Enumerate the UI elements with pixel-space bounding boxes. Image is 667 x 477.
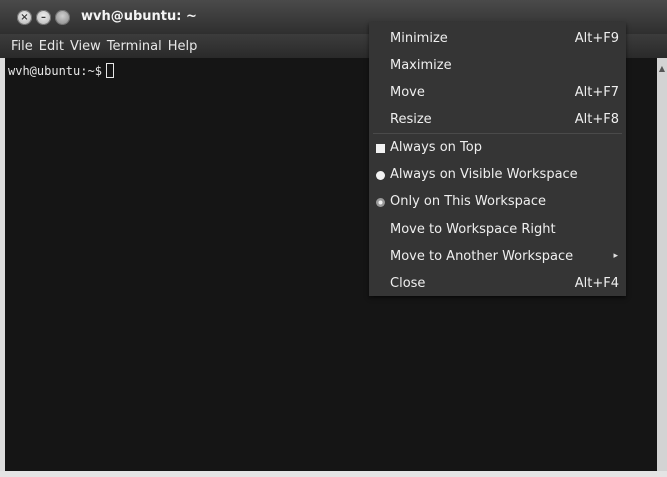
- prompt-text: wvh@ubuntu:~$: [8, 64, 102, 78]
- submenu-arrow-icon: ▸: [613, 251, 618, 261]
- menu-terminal[interactable]: Terminal: [107, 39, 162, 54]
- window-title: wvh@ubuntu: ~: [81, 9, 197, 24]
- shortcut-label: Alt+F8: [574, 112, 619, 127]
- checkbox-icon: [376, 144, 385, 153]
- menu-item-label: Always on Visible Workspace: [390, 167, 578, 182]
- menu-separator: [373, 133, 622, 134]
- close-window-button[interactable]: ×: [17, 10, 32, 25]
- shortcut-label: Alt+F4: [574, 276, 619, 291]
- menu-item-label: Resize: [390, 112, 432, 127]
- window-bottom-border: [0, 471, 667, 477]
- scroll-up-arrow-icon[interactable]: ▲: [657, 64, 667, 76]
- shell-prompt: wvh@ubuntu:~$: [8, 63, 114, 78]
- minimize-window-button[interactable]: –: [36, 10, 51, 25]
- menu-item-close[interactable]: Close Alt+F4: [369, 271, 626, 298]
- menu-item-minimize[interactable]: Minimize Alt+F9: [369, 26, 626, 53]
- menu-item-maximize[interactable]: Maximize: [369, 53, 626, 80]
- menu-item-label: Always on Top: [390, 140, 482, 155]
- menu-item-label: Move: [390, 85, 425, 100]
- menu-item-label: Minimize: [390, 31, 448, 46]
- shortcut-label: Alt+F7: [574, 85, 619, 100]
- menu-item-resize[interactable]: Resize Alt+F8: [369, 107, 626, 134]
- menu-file[interactable]: File: [11, 39, 33, 54]
- menu-edit[interactable]: Edit: [39, 39, 64, 54]
- menu-item-label: Move to Workspace Right: [390, 222, 556, 237]
- text-cursor: [105, 63, 114, 78]
- menu-item-move-another-workspace[interactable]: Move to Another Workspace ▸: [369, 244, 626, 271]
- menu-item-always-on-top[interactable]: Always on Top: [369, 135, 626, 162]
- menu-item-label: Only on This Workspace: [390, 194, 546, 209]
- menu-item-move[interactable]: Move Alt+F7: [369, 80, 626, 107]
- menu-view[interactable]: View: [70, 39, 101, 54]
- menu-item-move-workspace-right[interactable]: Move to Workspace Right: [369, 217, 626, 244]
- vertical-scrollbar[interactable]: [657, 58, 667, 471]
- shortcut-label: Alt+F9: [574, 31, 619, 46]
- radio-selected-icon: [376, 198, 385, 207]
- radio-button-icon: [376, 171, 385, 180]
- maximize-window-button[interactable]: [55, 10, 70, 25]
- menu-item-always-on-visible-workspace[interactable]: Always on Visible Workspace: [369, 162, 626, 189]
- menu-help[interactable]: Help: [168, 39, 198, 54]
- menu-item-label: Move to Another Workspace: [390, 249, 574, 264]
- menu-item-label: Close: [390, 276, 426, 291]
- menu-item-label: Maximize: [390, 58, 452, 73]
- window-context-menu: Minimize Alt+F9 Maximize Move Alt+F7 Res…: [369, 22, 626, 296]
- menu-item-only-on-this-workspace[interactable]: Only on This Workspace: [369, 189, 626, 216]
